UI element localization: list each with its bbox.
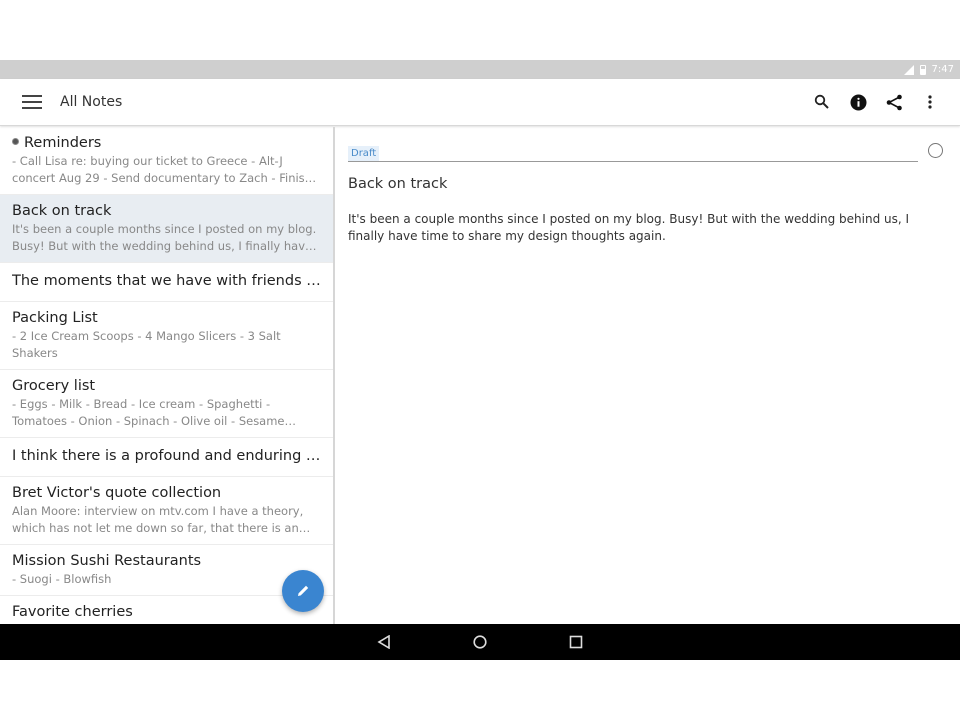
note-list-item[interactable]: The moments that we have with friends an…	[0, 263, 333, 302]
note-title: Bret Victor's quote collection	[12, 485, 222, 501]
note-list-item[interactable]: Reminders - Call Lisa re: buying our tic…	[0, 127, 333, 195]
note-list-item[interactable]: Packing List - 2 Ice Cream Scoops - 4 Ma…	[0, 302, 333, 370]
pinned-dot-icon	[12, 138, 19, 145]
home-button[interactable]	[467, 629, 493, 655]
share-button[interactable]	[876, 84, 912, 120]
note-preview: - 2 Ice Cream Scoops - 4 Mango Slicers -…	[12, 329, 281, 360]
note-title: Grocery list	[12, 378, 96, 394]
recents-square-icon	[569, 635, 583, 649]
editor-note-title[interactable]: Back on track	[348, 176, 447, 192]
note-title: Packing List	[12, 310, 98, 326]
more-options-button[interactable]	[912, 84, 948, 120]
toolbar-title: All Notes	[60, 94, 123, 110]
note-title: Back on track	[12, 203, 112, 219]
app-toolbar: All Notes	[0, 79, 960, 126]
note-preview: - Suogi - Blowfish	[12, 572, 112, 586]
note-list-item[interactable]: Favorite cherries - Rainier - Lambert - …	[0, 596, 333, 624]
home-circle-icon	[473, 635, 487, 649]
info-button[interactable]	[840, 84, 876, 120]
tag-chip[interactable]: Draft	[348, 146, 380, 161]
device-screen: 7:47 All Notes Reminders - Call Lisa re:…	[0, 60, 960, 660]
note-title: I think there is a profound and enduring…	[12, 448, 321, 464]
hamburger-menu-icon[interactable]	[22, 95, 42, 109]
back-button[interactable]	[371, 629, 397, 655]
search-icon	[814, 94, 829, 109]
notes-list[interactable]: Reminders - Call Lisa re: buying our tic…	[0, 127, 335, 624]
share-icon	[886, 94, 902, 110]
note-editor: Draft Back on track It's been a couple m…	[337, 127, 960, 624]
note-list-item[interactable]: I think there is a profound and enduring…	[0, 438, 333, 477]
note-preview: - Call Lisa re: buying our ticket to Gre…	[12, 154, 312, 185]
tags-field[interactable]: Draft	[348, 141, 918, 162]
pencil-icon	[298, 585, 309, 596]
search-button[interactable]	[804, 84, 840, 120]
info-icon	[850, 94, 866, 110]
pin-toggle-icon[interactable]	[928, 143, 943, 158]
note-list-item[interactable]: Bret Victor's quote collection Alan Moor…	[0, 477, 333, 545]
note-title: The moments that we have with friends an…	[12, 273, 321, 289]
note-title: Reminders	[24, 135, 102, 151]
recents-button[interactable]	[563, 629, 589, 655]
signal-icon	[903, 64, 914, 75]
back-triangle-icon	[377, 635, 390, 649]
toolbar-actions	[804, 84, 948, 120]
note-list-item[interactable]: Grocery list - Eggs - Milk - Bread - Ice…	[0, 370, 333, 438]
status-time: 7:47	[931, 64, 954, 75]
note-preview: It's been a couple months since I posted…	[12, 222, 317, 253]
system-nav-bar	[0, 624, 960, 660]
more-vertical-icon	[928, 95, 932, 109]
battery-icon	[919, 64, 926, 75]
note-preview: - Eggs - Milk - Bread - Ice cream - Spag…	[12, 397, 285, 428]
note-title: Favorite cherries	[12, 604, 133, 620]
note-title: Mission Sushi Restaurants	[12, 553, 202, 569]
new-note-fab[interactable]	[282, 570, 324, 612]
note-preview: Alan Moore: interview on mtv.com I have …	[12, 504, 304, 535]
editor-note-body[interactable]: It's been a couple months since I posted…	[348, 211, 948, 245]
status-bar: 7:47	[0, 60, 960, 79]
note-list-item-selected[interactable]: Back on track It's been a couple months …	[0, 195, 333, 263]
